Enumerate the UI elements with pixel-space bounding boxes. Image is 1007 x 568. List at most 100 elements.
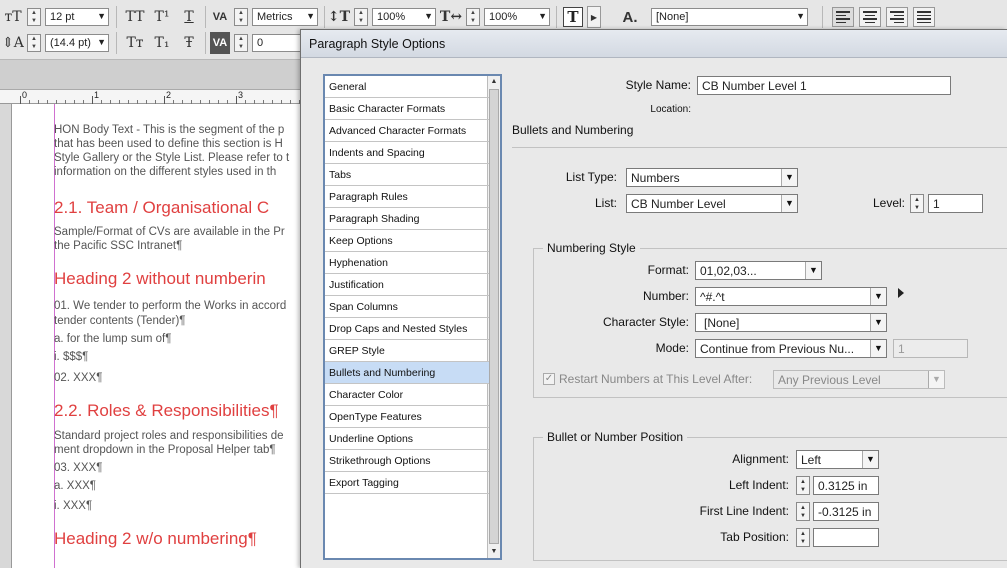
category-item-indents-and-spacing[interactable]: Indents and Spacing <box>325 142 489 164</box>
special-character-arrow-icon[interactable] <box>898 288 904 298</box>
font-size-field[interactable]: 12 pt ▼ <box>45 8 109 26</box>
font-size-spinner[interactable]: ▲ ▼ <box>27 8 41 26</box>
category-item-advanced-character-formats[interactable]: Advanced Character Formats <box>325 120 489 142</box>
body-text-line[interactable]: tender contents (Tender)¶ <box>54 315 185 327</box>
character-style-select[interactable]: [None] ▼ <box>695 313 887 332</box>
scroll-thumb[interactable] <box>489 89 499 544</box>
body-text-line[interactable]: information on the different styles used… <box>54 166 276 178</box>
left-indent-spinner[interactable]: ▲ ▼ <box>796 476 810 495</box>
category-item-justification[interactable]: Justification <box>325 274 489 296</box>
category-item-general[interactable]: General <box>325 76 489 98</box>
tab-position-spinner[interactable]: ▲ ▼ <box>796 528 810 547</box>
horizontal-scale-field[interactable]: 100% ▼ <box>484 8 550 26</box>
body-text-line[interactable]: the Pacific SSC Intranet¶ <box>54 240 182 252</box>
leading-spinner[interactable]: ▲ ▼ <box>27 34 41 52</box>
chevron-down-icon[interactable]: ▼ <box>862 451 878 468</box>
body-text-line[interactable]: that has been used to define this sectio… <box>54 138 283 150</box>
all-caps-icon[interactable]: TT <box>124 6 146 28</box>
vertical-scale-field[interactable]: 100% ▼ <box>372 8 436 26</box>
list-select[interactable]: CB Number Level ▼ <box>626 194 798 213</box>
category-item-character-color[interactable]: Character Color <box>325 384 489 406</box>
category-item-keep-options[interactable]: Keep Options <box>325 230 489 252</box>
body-text-line[interactable]: HON Body Text - This is the segment of t… <box>54 124 284 136</box>
restart-after-select[interactable]: Any Previous Level ▼ <box>773 370 945 389</box>
vertical-ruler[interactable] <box>0 104 12 568</box>
body-text-line[interactable]: a. XXX¶ <box>54 480 96 492</box>
style-name-input[interactable]: CB Number Level 1 <box>697 76 951 95</box>
scroll-up-icon[interactable]: ▲ <box>488 76 500 88</box>
align-right-icon[interactable] <box>886 7 908 27</box>
category-item-grep-style[interactable]: GREP Style <box>325 340 489 362</box>
align-left-icon[interactable] <box>832 7 854 27</box>
category-item-tabs[interactable]: Tabs <box>325 164 489 186</box>
alignment-select[interactable]: Left ▼ <box>796 450 879 469</box>
align-center-icon[interactable] <box>859 7 881 27</box>
body-text-line[interactable]: ment dropdown in the Proposal Helper tab… <box>54 444 276 456</box>
restart-numbers-checkbox[interactable]: ✓ <box>543 373 555 385</box>
category-item-span-columns[interactable]: Span Columns <box>325 296 489 318</box>
underline-icon[interactable]: T <box>180 6 198 28</box>
horizontal-scale-spinner[interactable]: ▲ ▼ <box>466 8 480 26</box>
text-frame-icon[interactable]: T <box>563 7 583 27</box>
kerning-field[interactable]: Metrics ▼ <box>252 8 318 26</box>
justify-icon[interactable] <box>913 7 935 27</box>
tab-position-input[interactable] <box>813 528 879 547</box>
category-item-paragraph-shading[interactable]: Paragraph Shading <box>325 208 489 230</box>
heading-2[interactable]: 2.1. Team / Organisational C <box>54 198 269 218</box>
category-item-drop-caps-and-nested-styles[interactable]: Drop Caps and Nested Styles <box>325 318 489 340</box>
leading-field[interactable]: (14.4 pt) ▼ <box>45 34 109 52</box>
heading-2[interactable]: 2.2. Roles & Responsibilities¶ <box>54 401 279 421</box>
category-item-hyphenation[interactable]: Hyphenation <box>325 252 489 274</box>
chevron-down-icon[interactable]: ▼ <box>424 11 433 21</box>
first-line-indent-input[interactable]: -0.3125 in <box>813 502 879 521</box>
dialog-title[interactable]: Paragraph Style Options <box>301 30 1007 58</box>
chevron-down-icon[interactable]: ▼ <box>870 340 886 357</box>
scroll-down-icon[interactable]: ▼ <box>488 546 500 558</box>
body-text-line[interactable]: Style Gallery or the Style List. Please … <box>54 152 289 164</box>
first-line-indent-spinner[interactable]: ▲ ▼ <box>796 502 810 521</box>
tracking-spinner[interactable]: ▲ ▼ <box>234 34 248 52</box>
mode-select[interactable]: Continue from Previous Nu... ▼ <box>695 339 887 358</box>
chevron-down-icon[interactable]: ▼ <box>796 11 805 21</box>
heading-2[interactable]: Heading 2 w/o numbering¶ <box>54 529 257 549</box>
chevron-down-icon[interactable]: ▼ <box>97 37 106 47</box>
heading-2[interactable]: Heading 2 without numberin <box>54 269 266 289</box>
chevron-down-icon[interactable]: ▼ <box>306 11 315 21</box>
chevron-down-icon[interactable]: ▼ <box>805 262 821 279</box>
body-text-line[interactable]: 01. We tender to perform the Works in ac… <box>54 300 286 312</box>
body-text-line[interactable]: Standard project roles and responsibilit… <box>54 430 284 442</box>
mode-start-input[interactable]: 1 <box>893 339 968 358</box>
left-indent-input[interactable]: 0.3125 in <box>813 476 879 495</box>
kerning-spinner[interactable]: ▲ ▼ <box>234 8 248 26</box>
chevron-down-icon[interactable]: ▼ <box>870 288 886 305</box>
number-input[interactable]: ^#.^t ▼ <box>695 287 887 306</box>
horizontal-ruler[interactable]: 0 1 2 3 <box>0 90 300 104</box>
body-text-line[interactable]: i. XXX¶ <box>54 500 92 512</box>
format-select[interactable]: 01,02,03... ▼ <box>695 261 822 280</box>
body-text-line[interactable]: i. $$$¶ <box>54 351 88 363</box>
vertical-scale-spinner[interactable]: ▲ ▼ <box>354 8 368 26</box>
category-list[interactable]: ▲ ▼ General Basic Character Formats Advanc… <box>323 74 502 560</box>
body-text-line[interactable]: a. for the lump sum of¶ <box>54 333 171 345</box>
chevron-down-icon[interactable]: ▼ <box>538 11 547 21</box>
small-caps-icon[interactable]: Tт <box>124 32 146 54</box>
level-spinner[interactable]: ▲ ▼ <box>910 194 924 213</box>
document-page[interactable]: HON Body Text - This is the segment of t… <box>12 104 302 568</box>
chevron-down-icon[interactable]: ▼ <box>781 169 797 186</box>
category-item-basic-character-formats[interactable]: Basic Character Formats <box>325 98 489 120</box>
list-type-select[interactable]: Numbers ▼ <box>626 168 798 187</box>
chevron-down-icon[interactable]: ▼ <box>870 314 886 331</box>
category-item-paragraph-rules[interactable]: Paragraph Rules <box>325 186 489 208</box>
chevron-down-icon[interactable]: ▼ <box>781 195 797 212</box>
strikethrough-icon[interactable]: Ŧ <box>180 32 198 54</box>
category-item-opentype-features[interactable]: OpenType Features <box>325 406 489 428</box>
superscript-icon[interactable]: T¹ <box>153 6 171 28</box>
category-item-bullets-and-numbering[interactable]: Bullets and Numbering <box>325 362 489 384</box>
tracking-field[interactable]: 0 <box>252 34 302 52</box>
character-style-select[interactable]: [None] ▼ <box>651 8 808 26</box>
subscript-icon[interactable]: T₁ <box>153 32 171 54</box>
play-arrow-icon[interactable]: ▶ <box>587 6 601 28</box>
chevron-down-icon[interactable]: ▼ <box>928 371 944 388</box>
category-item-export-tagging[interactable]: Export Tagging <box>325 472 489 494</box>
body-text-line[interactable]: Sample/Format of CVs are available in th… <box>54 226 285 238</box>
